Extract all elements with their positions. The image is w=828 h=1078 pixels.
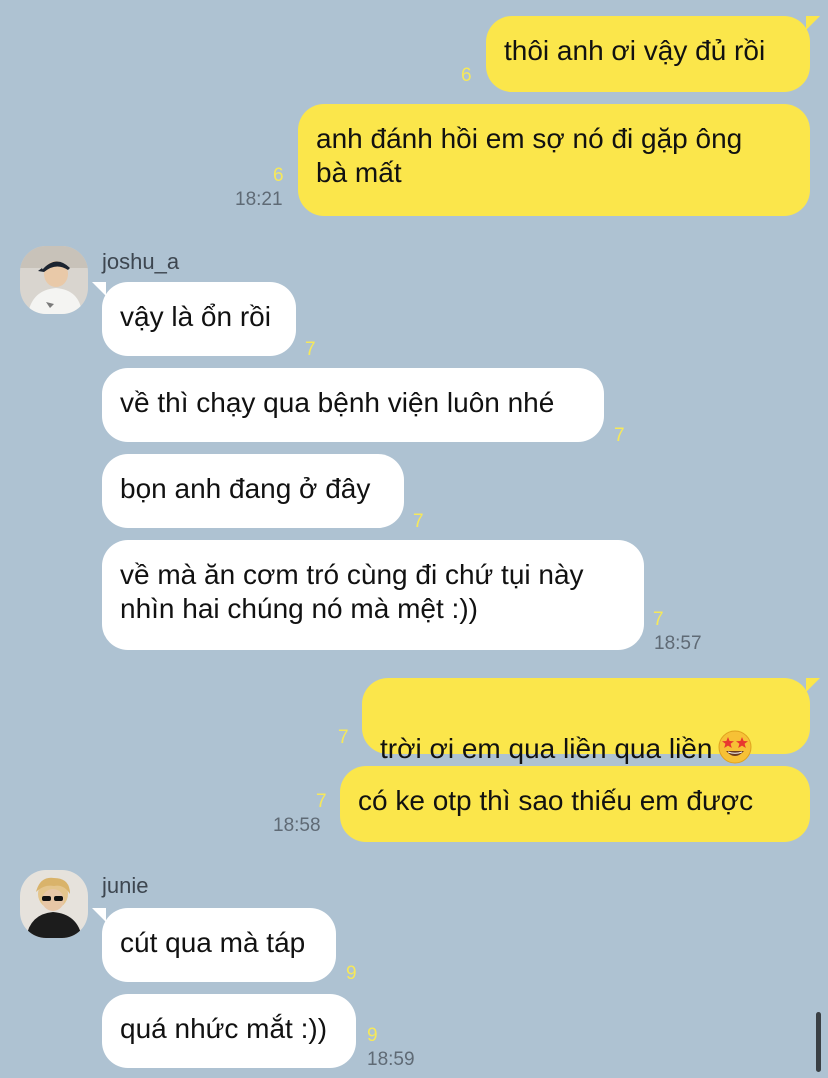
junie-avatar-icon (20, 870, 88, 938)
message-bubble-received[interactable]: về mà ăn cơm tró cùng đi chứ tụi này nhì… (102, 540, 644, 650)
message-bubble-received[interactable]: bọn anh đang ở đây (102, 454, 404, 528)
read-count: 9 (367, 1025, 378, 1046)
read-count: 9 (346, 963, 357, 984)
read-count: 7 (316, 791, 327, 812)
message-bubble-sent[interactable]: anh đánh hồi em sợ nó đi gặp ông bà mất (298, 104, 810, 216)
joshua-avatar-icon (20, 246, 88, 314)
scrollbar[interactable] (816, 1012, 821, 1072)
read-count: 6 (461, 65, 472, 86)
message-timestamp: 18:58 (273, 815, 321, 836)
sender-name: junie (102, 873, 149, 898)
read-count: 6 (273, 165, 284, 186)
read-count: 7 (305, 339, 316, 360)
message-bubble-sent[interactable]: thôi anh ơi vậy đủ rồi (486, 16, 820, 92)
read-count: 7 (338, 727, 349, 748)
message-timestamp: 18:21 (235, 189, 283, 210)
message-bubble-sent[interactable]: có ke otp thì sao thiếu em được (340, 766, 810, 842)
sender-name: joshu_a (102, 249, 180, 274)
star-struck-emoji-icon (718, 730, 752, 764)
read-count: 7 (614, 425, 625, 446)
read-count: 7 (413, 511, 424, 532)
message-bubble-received[interactable]: cút qua mà táp (92, 908, 336, 982)
message-bubble-received[interactable]: về thì chạy qua bệnh viện luôn nhé (102, 368, 604, 442)
message-bubble-received[interactable]: vậy là ổn rồi (92, 282, 296, 356)
message-timestamp: 18:59 (367, 1049, 415, 1070)
message-bubble-sent[interactable]: trời ơi em qua liền qua liền (362, 678, 820, 764)
avatar[interactable] (20, 246, 88, 314)
message-text: trời ơi em qua liền qua liền (380, 733, 713, 764)
message-bubble-received[interactable]: quá nhức mắt :)) (102, 994, 356, 1068)
read-count: 7 (653, 609, 664, 630)
message-timestamp: 18:57 (654, 633, 702, 654)
avatar[interactable] (20, 870, 88, 938)
